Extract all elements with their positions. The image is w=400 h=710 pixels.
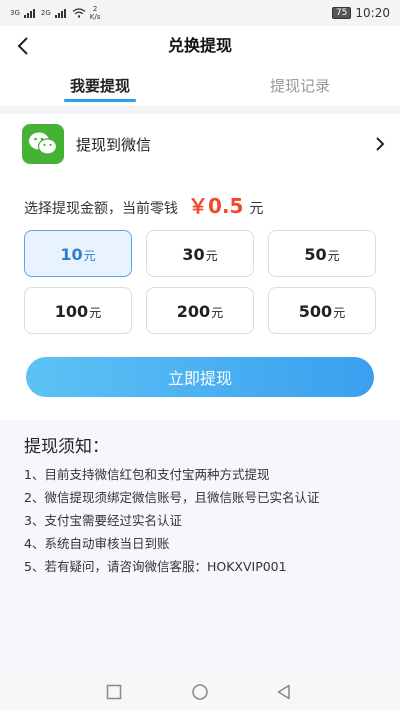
withdraw-notice: 提现须知： 1、目前支持微信红包和支付宝两种方式提现 2、微信提现须绑定微信账号… [0,420,400,674]
status-left: 3G 2G 2 K/s [10,5,100,21]
amount-value: 500 [298,302,333,321]
tab-withdraw[interactable]: 我要提现 [0,66,200,106]
amount-value: 200 [176,302,211,321]
speed-value: 2 [92,5,98,13]
amount-option-100[interactable]: 100 元 [24,287,132,334]
page-title: 兑换提现 [167,36,232,55]
amount-option-10[interactable]: 10 元 [24,230,132,277]
tab-withdraw-records[interactable]: 提现记录 [200,66,400,106]
amount-option-50[interactable]: 50 元 [268,230,376,277]
notice-item: 1、目前支持微信红包和支付宝两种方式提现 [24,467,270,482]
notice-item: 3、支付宝需要经过实名认证 [24,513,182,528]
amount-unit: 元 [327,249,340,263]
withdraw-to-wechat-row[interactable]: 提现到微信 [0,118,400,170]
notice-item: 2、微信提现须绑定微信账号，且微信账号已实名认证 [24,490,320,505]
amount-value: 30 [182,245,205,264]
amount-unit: 元 [211,306,224,320]
balance-amount: ￥0.5 [188,194,244,218]
signal-1-icon [23,8,35,18]
signal-2-icon [54,8,66,18]
notice-item: 4、系统自动审核当日到账 [24,536,170,551]
tab-bar: 我要提现 提现记录 [0,66,400,106]
wifi-icon [72,8,86,18]
battery-icon: 75 [331,7,352,19]
amount-unit: 元 [333,306,346,320]
signal-2-label: 2G [40,9,51,17]
amount-unit: 元 [205,249,218,263]
recent-apps-icon[interactable] [106,684,122,700]
amount-prompt: 选择提现金额，当前零钱 [24,201,178,217]
amount-prompt-line: 选择提现金额，当前零钱 ￥0.5 元 [24,190,263,220]
amount-option-500[interactable]: 500 元 [268,287,376,334]
status-right: 75 10:20 [331,6,390,20]
balance-unit: 元 [249,201,264,217]
section-divider [0,106,400,114]
wechat-icon [22,124,64,164]
notice-item: 5、若有疑问，请咨询微信客服：HOKXVIP001 [24,559,287,574]
wechat-label: 提现到微信 [76,135,152,154]
amount-unit: 元 [89,306,102,320]
chevron-right-icon [376,137,385,151]
signal-1-label: 3G [10,9,20,17]
amount-value: 50 [304,245,327,264]
system-nav-bar [0,674,400,710]
withdraw-now-button[interactable]: 立即提现 [26,357,374,397]
network-speed: 2 K/s [90,5,101,21]
amount-value: 100 [54,302,89,321]
clock: 10:20 [355,6,390,20]
status-bar: 3G 2G 2 K/s 75 10:20 [0,0,400,26]
amount-options-grid: 10 元 30 元 50 元 100 元 200 元 500 元 [24,230,377,334]
back-triangle-icon[interactable] [276,684,292,700]
nav-bar: 兑换提现 [0,26,400,66]
notice-title: 提现须知： [24,437,109,457]
amount-option-30[interactable]: 30 元 [146,230,254,277]
home-icon[interactable] [191,684,209,702]
amount-unit: 元 [83,249,96,263]
amount-value: 10 [60,245,83,264]
speed-unit: K/s [89,13,101,21]
amount-option-200[interactable]: 200 元 [146,287,254,334]
